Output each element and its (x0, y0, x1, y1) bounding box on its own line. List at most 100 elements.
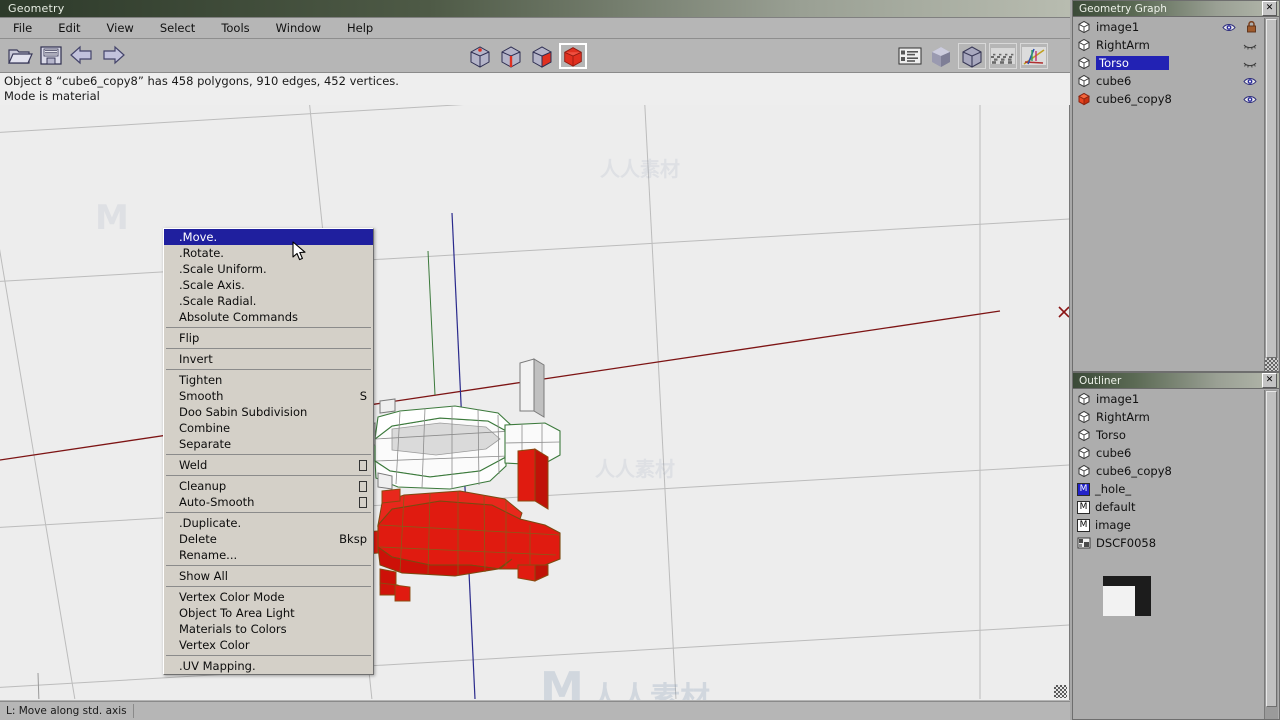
context-menu-item-materials-to-colors[interactable]: Materials to Colors (164, 621, 373, 637)
outliner-row-default-material[interactable]: M default (1073, 498, 1279, 516)
geometry-graph-row-toggles (1222, 18, 1257, 36)
floppy-disk-icon (40, 46, 62, 65)
options-box-icon[interactable] (359, 496, 367, 508)
menu-help[interactable]: Help (334, 19, 386, 38)
viewport-resize-handle[interactable] (1054, 685, 1067, 698)
menu-tools[interactable]: Tools (208, 19, 262, 38)
cube-solid-icon (1078, 92, 1090, 106)
geometry-graph-row-rightarm[interactable]: RightArm (1073, 36, 1279, 54)
geometry-graph-resize-handle[interactable] (1265, 358, 1278, 371)
context-menu-label: Show All (179, 569, 228, 583)
context-menu-item-object-to-area-light[interactable]: Object To Area Light (164, 605, 373, 621)
outliner-row-image-material[interactable]: M image (1073, 516, 1279, 534)
context-menu-item-move[interactable]: .Move. (164, 229, 373, 245)
outliner-scrollbar[interactable] (1264, 390, 1278, 719)
context-menu-item-delete[interactable]: Delete Bksp (164, 531, 373, 547)
cube-outline-icon (1078, 464, 1090, 478)
context-menu-item-combine[interactable]: Combine (164, 420, 373, 436)
context-menu-label: Smooth (179, 389, 224, 403)
axes-icon (1022, 47, 1046, 65)
geometry-graph-row-torso[interactable]: Torso (1073, 54, 1279, 72)
menu-window[interactable]: Window (263, 19, 334, 38)
select-edge-mode-button[interactable] (497, 43, 525, 69)
context-menu-separator (166, 369, 371, 370)
axes-display-button[interactable] (1020, 43, 1048, 69)
image-thumbnail-preview[interactable] (1103, 576, 1151, 616)
context-menu-item-tighten[interactable]: Tighten (164, 372, 373, 388)
geometry-graph-row-toggles (1243, 72, 1257, 90)
eye-closed-icon[interactable] (1243, 58, 1257, 69)
menubar: File Edit View Select Tools Window Help (0, 18, 1070, 39)
open-file-button[interactable] (6, 42, 34, 68)
outliner-row-image1[interactable]: image1 (1073, 390, 1279, 408)
context-menu-item-invert[interactable]: Invert (164, 351, 373, 367)
context-menu-label: .Move. (179, 230, 218, 244)
context-menu-label: Invert (179, 352, 213, 366)
close-icon[interactable]: ✕ (1262, 373, 1277, 388)
eye-closed-icon[interactable] (1243, 40, 1257, 51)
menu-view[interactable]: View (94, 19, 147, 38)
outliner-row-torso[interactable]: Torso (1073, 426, 1279, 444)
context-menu-item-uv-mapping[interactable]: .UV Mapping. (164, 658, 373, 674)
geometry-graph-row-toggles (1243, 90, 1257, 108)
geometry-graph-scrollbar[interactable] (1264, 18, 1278, 371)
geometry-graph-row-image1[interactable]: image1 (1073, 18, 1279, 36)
menu-edit[interactable]: Edit (45, 19, 93, 38)
geometry-graph-row-cube6[interactable]: cube6 (1073, 72, 1279, 90)
context-menu-item-smooth[interactable]: Smooth S (164, 388, 373, 404)
context-menu-item-doo-sabin-subdivision[interactable]: Doo Sabin Subdivision (164, 404, 373, 420)
menu-select[interactable]: Select (147, 19, 208, 38)
close-icon[interactable]: ✕ (1262, 1, 1277, 16)
context-menu-item-scale-uniform[interactable]: .Scale Uniform. (164, 261, 373, 277)
lock-closed-icon[interactable] (1246, 21, 1257, 33)
redo-button[interactable] (99, 42, 127, 68)
wireframe-shaded-button[interactable] (958, 43, 986, 69)
context-menu-label: Auto-Smooth (179, 495, 255, 509)
eye-open-icon[interactable] (1243, 94, 1257, 105)
eye-open-icon[interactable] (1243, 76, 1257, 87)
context-menu-item-auto-smooth[interactable]: Auto-Smooth (164, 494, 373, 510)
context-menu-label: Doo Sabin Subdivision (179, 405, 308, 419)
context-menu-item-scale-axis[interactable]: .Scale Axis. (164, 277, 373, 293)
properties-button[interactable] (896, 43, 924, 69)
context-menu-item-show-all[interactable]: Show All (164, 568, 373, 584)
select-vertex-mode-button[interactable] (466, 43, 494, 69)
context-menu-label: Materials to Colors (179, 622, 287, 636)
outliner-row-hole-material[interactable]: M _hole_ (1073, 480, 1279, 498)
undo-button[interactable] (68, 42, 96, 68)
save-file-button[interactable] (37, 42, 65, 68)
outliner-row-dscf0058-image[interactable]: DSCF0058 (1073, 534, 1279, 552)
shaded-view-button[interactable] (927, 43, 955, 69)
context-menu-item-absolute-commands[interactable]: Absolute Commands (164, 309, 373, 325)
object-context-menu[interactable]: .Move. .Rotate. .Scale Uniform. .Scale A… (163, 228, 374, 675)
context-menu-item-vertex-color[interactable]: Vertex Color (164, 637, 373, 653)
outliner-row-rightarm[interactable]: RightArm (1073, 408, 1279, 426)
context-menu-item-cleanup[interactable]: Cleanup (164, 478, 373, 494)
toolbar-display-group (896, 43, 1048, 69)
context-menu-item-scale-radial[interactable]: .Scale Radial. (164, 293, 373, 309)
context-menu-item-duplicate[interactable]: .Duplicate. (164, 515, 373, 531)
select-face-mode-button[interactable] (528, 43, 556, 69)
context-menu-label: .Scale Axis. (179, 278, 245, 292)
outliner-row-cube6-copy8[interactable]: cube6_copy8 (1073, 462, 1279, 480)
geometry-graph-scroll-thumb[interactable] (1266, 19, 1277, 358)
eye-open-icon[interactable] (1222, 22, 1236, 33)
outliner-scroll-thumb[interactable] (1266, 391, 1277, 707)
context-menu-item-rename[interactable]: Rename... (164, 547, 373, 563)
outliner-row-cube6[interactable]: cube6 (1073, 444, 1279, 462)
toolbar (0, 39, 1070, 73)
context-menu-item-flip[interactable]: Flip (164, 330, 373, 346)
menu-file[interactable]: File (0, 19, 45, 38)
geometry-graph-row-cube6-copy8[interactable]: cube6_copy8 (1073, 90, 1279, 108)
options-box-icon[interactable] (359, 459, 367, 471)
cube-outline-icon (1078, 428, 1090, 442)
3d-viewport[interactable]: Z (0, 73, 1070, 700)
context-menu-item-vertex-color-mode[interactable]: Vertex Color Mode (164, 589, 373, 605)
outliner-item-label: image1 (1096, 392, 1140, 406)
options-box-icon[interactable] (359, 480, 367, 492)
context-menu-item-rotate[interactable]: .Rotate. (164, 245, 373, 261)
context-menu-item-weld[interactable]: Weld (164, 457, 373, 473)
select-object-mode-button[interactable] (559, 43, 587, 69)
context-menu-item-separate[interactable]: Separate (164, 436, 373, 452)
ground-grid-button[interactable] (989, 43, 1017, 69)
